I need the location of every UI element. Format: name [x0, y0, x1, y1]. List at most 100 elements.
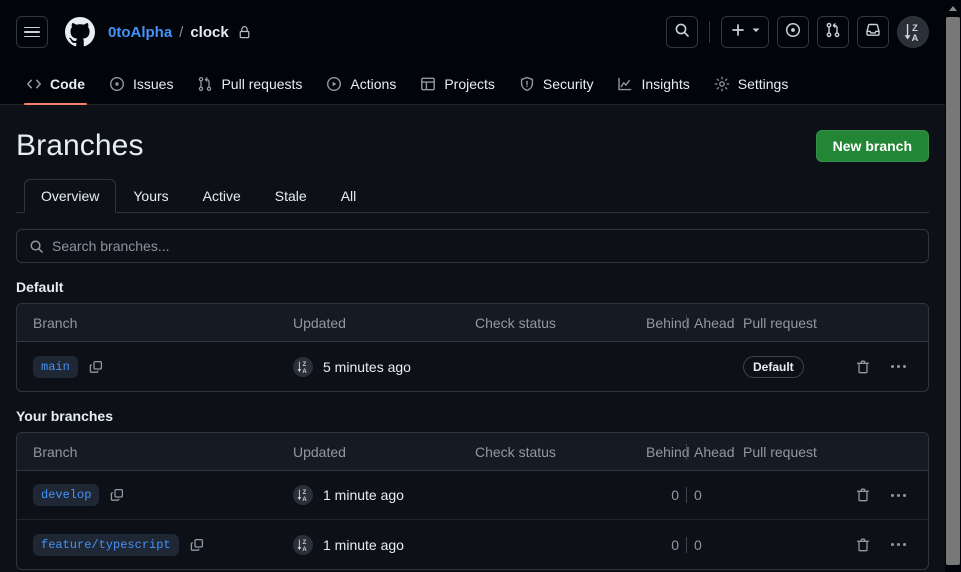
header-actions: Z A: [666, 16, 929, 48]
tab-code[interactable]: Code: [16, 64, 95, 105]
tab-insights-label: Insights: [641, 76, 690, 92]
user-avatar[interactable]: Z A: [897, 16, 929, 48]
ahead-count: 0: [694, 487, 702, 503]
your-branches-table: Branch Updated Check status Behind Ahead…: [16, 432, 929, 570]
breadcrumb-owner[interactable]: 0toAlpha: [108, 24, 172, 41]
tab-security[interactable]: Security: [509, 64, 604, 104]
tab-all[interactable]: All: [324, 179, 374, 213]
browser-viewport: 0toAlpha / clock Z A Code Issues Pull re…: [0, 0, 961, 572]
github-page: 0toAlpha / clock Z A Code Issues Pull re…: [0, 0, 945, 572]
tab-pull-requests[interactable]: Pull requests: [187, 64, 312, 104]
tab-projects-label: Projects: [444, 76, 495, 92]
column-header-ahead: Ahead: [694, 314, 735, 331]
scrollbar-thumb[interactable]: [946, 17, 960, 565]
github-logo-icon[interactable]: [64, 16, 96, 48]
tab-settings[interactable]: Settings: [704, 64, 799, 104]
trash-icon[interactable]: [855, 359, 871, 375]
tab-code-label: Code: [50, 76, 85, 92]
issue-opened-icon: [109, 76, 125, 92]
copy-icon[interactable]: [88, 359, 104, 375]
svg-text:Z: Z: [303, 490, 307, 496]
shield-icon: [519, 76, 535, 92]
search-branches-box[interactable]: [16, 229, 929, 263]
git-pull-request-icon: [197, 76, 213, 92]
updated-timestamp: 5 minutes ago: [323, 358, 411, 375]
tab-settings-label: Settings: [737, 76, 789, 92]
tab-active[interactable]: Active: [186, 179, 258, 213]
copy-icon[interactable]: [189, 537, 205, 553]
page-scrollbar[interactable]: [945, 0, 961, 572]
issues-button[interactable]: [777, 16, 809, 48]
row-actions: [855, 537, 912, 553]
inbox-icon: [865, 22, 881, 43]
trash-icon[interactable]: [855, 487, 871, 503]
search-icon: [29, 239, 44, 254]
section-heading-your-branches: Your branches: [16, 408, 113, 424]
gear-icon: [714, 76, 730, 92]
svg-text:A: A: [302, 497, 307, 503]
tab-yours[interactable]: Yours: [116, 179, 185, 213]
scroll-up-button[interactable]: [945, 0, 961, 17]
table-row: develop Z A 1 minute ago 0 0: [17, 471, 928, 520]
table-icon: [420, 76, 436, 92]
column-header-behind-ahead: Behind Ahead: [611, 443, 734, 460]
kebab-horizontal-icon[interactable]: [889, 539, 908, 550]
menu-button[interactable]: [16, 16, 48, 48]
row-actions: [855, 487, 912, 503]
chevron-down-icon: [750, 23, 762, 41]
column-header-branch: Branch: [33, 443, 78, 460]
behind-ahead-cell: 0 0: [611, 536, 727, 553]
issue-opened-icon: [785, 22, 801, 43]
branch-cell: main: [33, 355, 293, 378]
breadcrumb-repo[interactable]: clock: [190, 24, 228, 41]
table-row: main Z A 5 minutes ago Default: [17, 342, 928, 391]
branch-name-link[interactable]: main: [33, 355, 78, 378]
lock-icon: [238, 25, 251, 39]
svg-text:A: A: [302, 546, 307, 552]
tab-stale[interactable]: Stale: [258, 179, 324, 213]
play-icon: [326, 76, 342, 92]
search-button[interactable]: [666, 16, 698, 48]
new-branch-button[interactable]: New branch: [815, 130, 929, 162]
updated-cell: Z A 1 minute ago: [293, 485, 475, 505]
updated-timestamp: 1 minute ago: [323, 536, 404, 553]
tab-insights[interactable]: Insights: [607, 64, 699, 104]
notifications-button[interactable]: [857, 16, 889, 48]
branch-name-link[interactable]: feature/typescript: [33, 533, 179, 556]
kebab-horizontal-icon[interactable]: [889, 361, 908, 372]
tab-issues[interactable]: Issues: [99, 64, 183, 104]
page-title: Branches: [16, 129, 144, 162]
avatar: Z A: [293, 356, 313, 377]
svg-text:Z: Z: [912, 23, 918, 33]
behind-count: 0: [671, 487, 679, 503]
svg-text:A: A: [302, 368, 307, 374]
column-header-behind: Behind: [646, 314, 690, 331]
copy-icon[interactable]: [109, 487, 125, 503]
tab-actions-label: Actions: [350, 76, 397, 92]
breadcrumb: 0toAlpha / clock: [108, 24, 251, 41]
tab-projects[interactable]: Projects: [410, 64, 505, 104]
hamburger-icon: [24, 24, 40, 41]
svg-text:Z: Z: [303, 362, 307, 368]
column-header-check-status: Check status: [475, 314, 556, 331]
svg-text:A: A: [912, 33, 919, 43]
column-header-updated: Updated: [293, 314, 346, 331]
tab-actions[interactable]: Actions: [316, 64, 406, 104]
tab-security-label: Security: [542, 76, 594, 92]
column-header-behind-ahead: Behind Ahead: [611, 314, 735, 331]
chevron-up-icon: [949, 6, 957, 11]
svg-text:Z: Z: [303, 540, 307, 546]
default-branch-table: Branch Updated Check status Behind Ahead…: [16, 303, 929, 392]
trash-icon[interactable]: [855, 537, 871, 553]
create-new-button[interactable]: [721, 16, 769, 48]
tab-overview[interactable]: Overview: [24, 179, 117, 213]
ahead-count: 0: [694, 536, 702, 553]
branch-name-link[interactable]: develop: [33, 484, 100, 506]
column-header-pull-request: Pull request: [743, 314, 817, 331]
branch-filter-tabs: Overview Yours Active Stale All: [16, 179, 929, 213]
kebab-horizontal-icon[interactable]: [889, 490, 908, 501]
code-icon: [26, 76, 42, 92]
pull-requests-button[interactable]: [817, 16, 849, 48]
search-icon: [674, 22, 690, 43]
search-branches-input[interactable]: [52, 238, 916, 254]
